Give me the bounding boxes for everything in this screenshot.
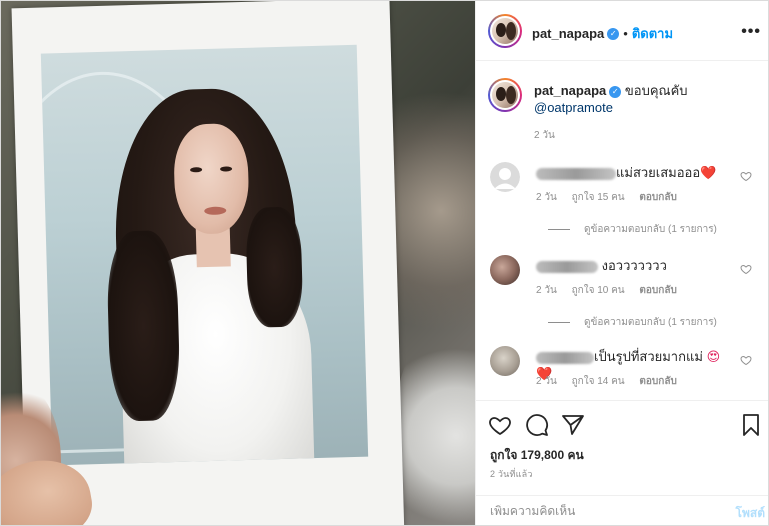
hair-side [245, 206, 304, 328]
comment-time: 2 วัน [536, 285, 557, 296]
comment-item: แม่สวยเสมอออ❤️ 2 วัน ถูกใจ 15 คน ตอบกลับ… [488, 162, 758, 242]
more-options-icon[interactable]: ••• [741, 23, 761, 41]
comment-item: เป็นรูปที่สวยมากแม่ 😍❤️ 2 วัน ถูกใจ 14 ค… [488, 346, 758, 400]
comment-text: งอววววววว [536, 257, 736, 274]
comment-likes[interactable]: ถูกใจ 15 คน [572, 192, 625, 203]
comment-likes[interactable]: ถูกใจ 10 คน [572, 285, 625, 296]
comments-list[interactable]: pat_napapa ✓ ขอบคุณคับ @oatpramote 2 วัน … [476, 62, 768, 400]
comment-likes[interactable]: ถูกใจ 14 คน [572, 376, 625, 387]
blurred-username [536, 167, 616, 180]
caption: pat_napapa ✓ ขอบคุณคับ @oatpramote 2 วัน [488, 78, 758, 158]
view-replies-button[interactable]: ดูข้อความตอบกลับ (1 รายการ) [548, 222, 717, 237]
comment-body: งอววววววว [601, 258, 667, 273]
comment-body: เป็นรูปที่สวยมากแม่ [594, 349, 703, 364]
separator: • [623, 26, 628, 41]
comment-meta: 2 วัน ถูกใจ 14 คน ตอบกลับ [536, 374, 689, 389]
verified-badge-icon: ✓ [607, 27, 620, 40]
header-user-line: pat_napapa ✓ • ติดตาม [532, 23, 673, 44]
comment-meta: 2 วัน ถูกใจ 10 คน ตอบกลับ [536, 283, 689, 298]
caption-username[interactable]: pat_napapa [534, 83, 606, 98]
blurred-username [536, 260, 598, 273]
comment-text: แม่สวยเสมอออ❤️ [536, 164, 736, 181]
comment-emoji: ❤️ [700, 165, 717, 180]
comment-like-heart-icon[interactable] [740, 263, 752, 275]
commenter-avatar[interactable] [490, 162, 520, 192]
like-count[interactable]: ถูกใจ 179,800 คน [490, 446, 584, 465]
comment-input[interactable] [490, 504, 710, 518]
comment-time: 2 วัน [536, 376, 557, 387]
caption-body: ขอบคุณคับ [624, 83, 688, 98]
verified-badge-icon: ✓ [609, 85, 622, 98]
caption-time: 2 วัน [534, 130, 555, 141]
follow-button[interactable]: ติดตาม [632, 26, 673, 41]
comment-body: แม่สวยเสมอออ [616, 165, 701, 180]
face [172, 122, 250, 235]
comment-like-heart-icon[interactable] [740, 354, 752, 366]
post-comment-button[interactable]: โพสต์ [736, 504, 765, 523]
comment-item: งอววววววว 2 วัน ถูกใจ 10 คน ตอบกลับ ดูข้… [488, 255, 758, 335]
owner-avatar[interactable] [488, 14, 522, 48]
post-timestamp: 2 วันที่แล้ว [490, 469, 533, 479]
commenter-avatar[interactable] [490, 346, 520, 376]
reply-button[interactable]: ตอบกลับ [639, 376, 676, 387]
save-bookmark-icon[interactable] [739, 413, 763, 437]
post-window: pat_napapa ✓ • ติดตาม ••• pat_napapa ✓ ขอบคุ… [0, 0, 769, 526]
comment-meta: 2 วัน ถูกใจ 15 คน ตอบกลับ [536, 190, 689, 205]
comment-time: 2 วัน [536, 192, 557, 203]
view-replies-label: ดูข้อความตอบกลับ (1 รายการ) [584, 224, 717, 235]
portrait-image [40, 44, 369, 466]
post-photo[interactable] [1, 1, 475, 525]
polaroid-print [11, 1, 405, 525]
view-replies-label: ดูข้อความตอบกลับ (1 รายการ) [584, 317, 717, 328]
like-heart-icon[interactable] [488, 413, 512, 437]
background-blur [396, 331, 475, 525]
caption-mention[interactable]: @oatpramote [534, 100, 613, 115]
action-bar: ถูกใจ 179,800 คน 2 วันที่แล้ว โพสต์ [476, 400, 768, 525]
reply-button[interactable]: ตอบกลับ [639, 192, 676, 203]
comment-bubble-icon[interactable] [525, 413, 549, 437]
post-header: pat_napapa ✓ • ติดตาม ••• [476, 1, 768, 61]
comment-like-heart-icon[interactable] [740, 170, 752, 182]
caption-text: pat_napapa ✓ ขอบคุณคับ @oatpramote [534, 82, 688, 116]
caption-avatar[interactable] [488, 78, 522, 112]
share-paper-plane-icon[interactable] [561, 413, 585, 437]
post-side-panel: pat_napapa ✓ • ติดตาม ••• pat_napapa ✓ ขอบคุ… [475, 1, 768, 525]
commenter-avatar[interactable] [490, 255, 520, 285]
add-comment-area: โพสต์ [476, 495, 768, 525]
owner-username[interactable]: pat_napapa [532, 26, 604, 41]
blurred-username [536, 351, 594, 364]
view-replies-button[interactable]: ดูข้อความตอบกลับ (1 รายการ) [548, 315, 717, 330]
reply-button[interactable]: ตอบกลับ [639, 285, 676, 296]
hair-side [105, 229, 182, 422]
